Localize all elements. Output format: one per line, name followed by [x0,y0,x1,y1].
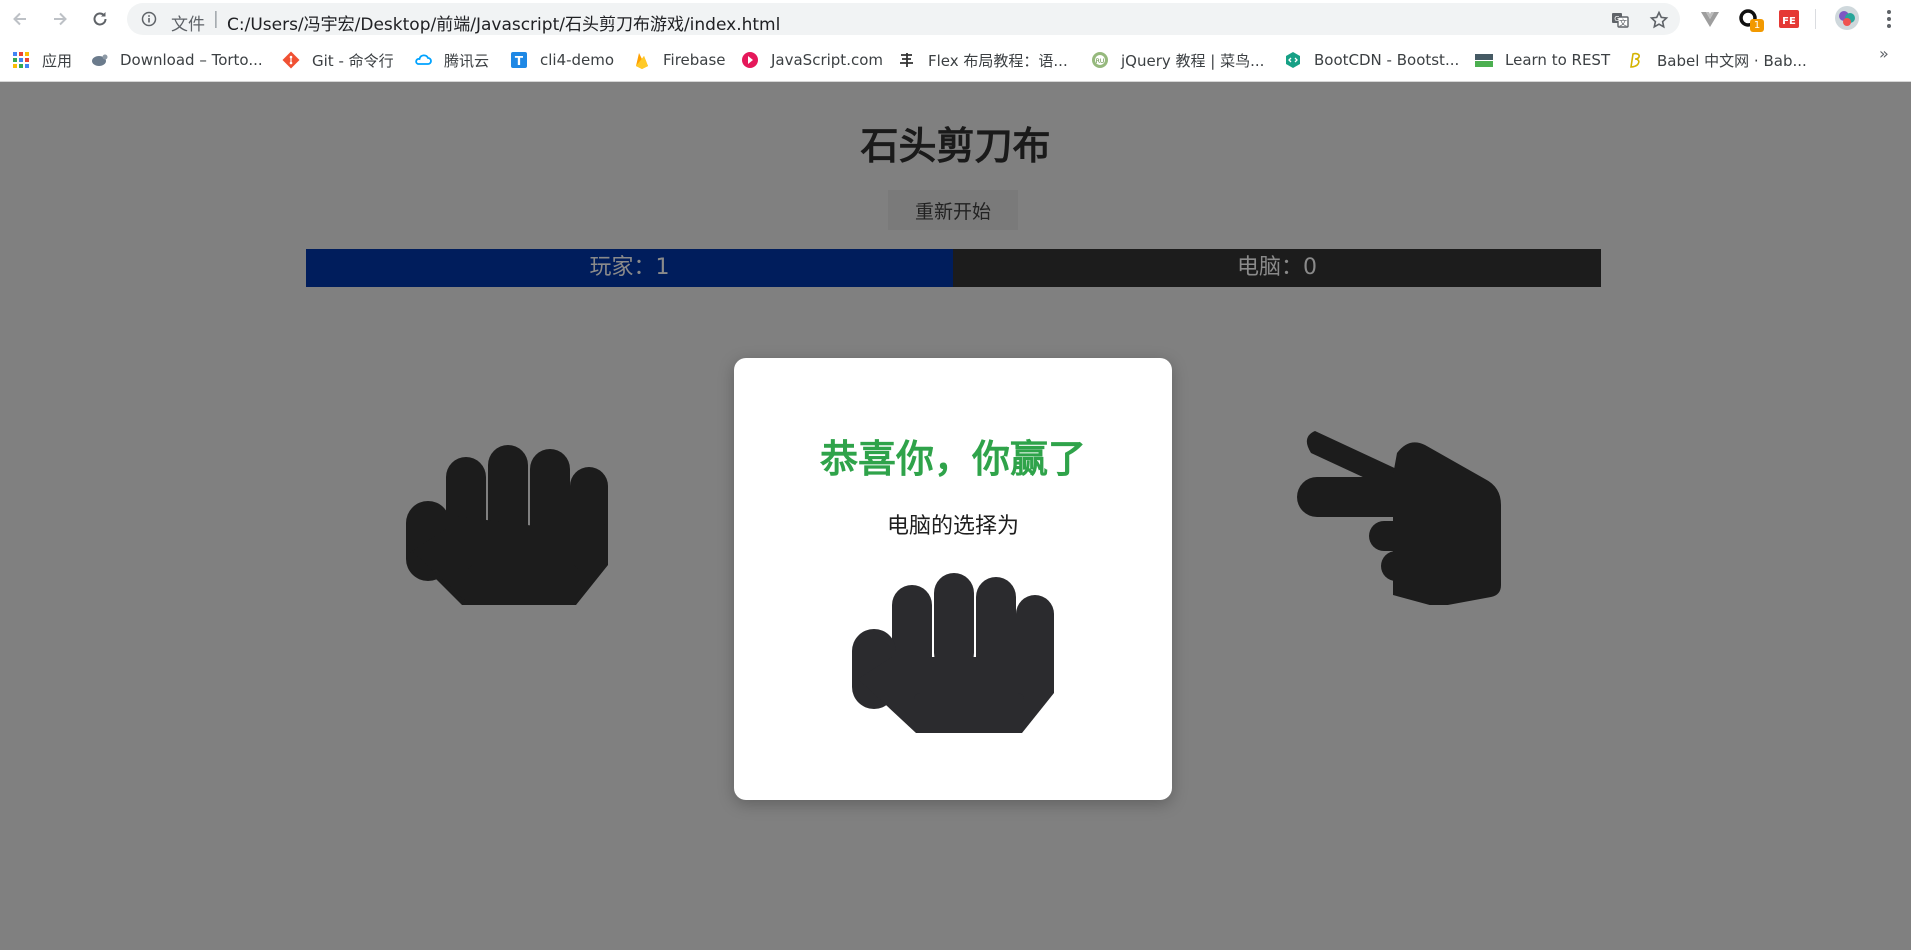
scissors-hand-icon [1297,431,1501,605]
game-page: 石头剪刀布 重新开始 玩家：1 电脑：0 恭喜你，你赢了 电脑的选择为 [0,83,1911,950]
arrow-right-icon [54,12,67,26]
url-text[interactable]: C:/Users/冯宇宏/Desktop/前端/Javascript/石头剪刀布… [227,10,780,35]
javascript-com-icon [741,51,759,69]
firebase-icon [633,51,651,69]
bookmark-label: Learn to REST [1505,51,1611,69]
bookmark-label: BootCDN - Bootst... [1314,51,1460,69]
scheme-separator: | [213,9,219,29]
bookmark-label: Download – Torto... [120,51,263,69]
bookmark-label: 应用 [42,51,73,70]
bookmark-tortoise[interactable]: Download – Torto... [90,48,263,72]
computer-choice-label: 电脑的选择为 [886,514,1019,539]
star-bookmark-icon[interactable] [1649,10,1669,30]
bookmark-label: cli4-demo [540,51,615,69]
bookmark-firebase[interactable]: Firebase [633,48,726,72]
bookmark-apps[interactable]: 应用 [12,48,72,72]
tortoise-icon [90,51,108,69]
extension-badge: 1 [1750,19,1764,32]
scheme-label: 文件 [171,15,205,35]
bookmark-label: JavaScript.com [771,51,883,69]
browser-toolbar: 文件 | C:/Users/冯宇宏/Desktop/前端/Javascript/… [0,0,1911,38]
bookmark-label: 腾讯云 [444,51,490,70]
svg-text:T: T [515,54,524,68]
bootcdn-icon [1284,51,1302,69]
bookmark-flex-tutorial[interactable]: Flex 布局教程：语... [898,48,1068,72]
bookmark-label: Flex 布局教程：语... [928,51,1068,70]
arrow-left-icon [13,12,26,26]
fe-helper-icon[interactable]: FE [1778,8,1800,30]
t-logo-icon: T [510,51,528,69]
back-button[interactable] [6,5,34,33]
bookmark-tencent-cloud[interactable]: 腾讯云 [414,48,489,72]
rock-hand-icon [406,445,608,605]
bookmarks-overflow-button[interactable]: » [1879,44,1889,63]
bookmarks-bar: 应用 Download – Torto... Git - 命令行 腾讯云 T c… [0,42,1911,78]
bookmark-cli4-demo[interactable]: T cli4-demo [510,48,614,72]
calligraphy-icon [898,51,916,69]
page-title: 石头剪刀布 [860,124,1051,168]
bookmark-git[interactable]: Git - 命令行 [282,48,394,72]
rock-hand-icon [852,573,1054,733]
svg-text:G: G [1614,15,1619,23]
svg-text:文: 文 [1619,18,1627,28]
babel-icon [1627,51,1645,69]
rest-icon [1475,51,1493,69]
bookmark-label: jQuery 教程 | 菜鸟... [1121,51,1265,70]
computer-score: 电脑：0 [953,249,1601,287]
vue-devtools-icon[interactable] [1699,8,1721,30]
browser-chrome: 文件 | C:/Users/冯宇宏/Desktop/前端/Javascript/… [0,0,1911,82]
restart-button[interactable]: 重新开始 [888,190,1018,230]
toolbar-divider [1815,9,1816,29]
runoob-icon: RU [1091,51,1109,69]
bookmark-label: Babel 中文网 · Bab... [1657,51,1807,70]
profile-avatar-icon[interactable] [1834,5,1860,31]
bookmark-babel[interactable]: Babel 中文网 · Bab... [1627,48,1807,72]
scoreboard: 玩家：1 电脑：0 [306,249,1601,287]
reload-button[interactable] [86,5,114,33]
apps-grid-icon [12,51,30,69]
svg-text:FE: FE [1782,16,1796,27]
info-icon[interactable] [141,11,157,27]
browser-menu-icon[interactable] [1878,8,1900,30]
bookmark-learn-to-rest[interactable]: Learn to REST [1475,48,1610,72]
svg-text:RU: RU [1096,58,1105,65]
result-modal: 恭喜你，你赢了 电脑的选择为 [734,358,1172,800]
forward-button[interactable] [46,5,74,33]
bookmark-label: Firebase [663,51,726,69]
bookmark-label: Git - 命令行 [312,51,394,70]
git-icon [282,51,300,69]
reload-icon [93,12,107,26]
translate-icon[interactable]: 文G [1610,10,1630,30]
tencent-cloud-icon [414,51,432,69]
bookmark-javascript-com[interactable]: JavaScript.com [741,48,883,72]
bookmark-bootcdn[interactable]: BootCDN - Bootst... [1284,48,1459,72]
result-title: 恭喜你，你赢了 [819,437,1086,481]
player-score: 玩家：1 [306,249,953,287]
bookmark-jquery-tutorial[interactable]: RU jQuery 教程 | 菜鸟... [1091,48,1264,72]
address-bar[interactable]: 文件 | C:/Users/冯宇宏/Desktop/前端/Javascript/… [127,3,1680,35]
